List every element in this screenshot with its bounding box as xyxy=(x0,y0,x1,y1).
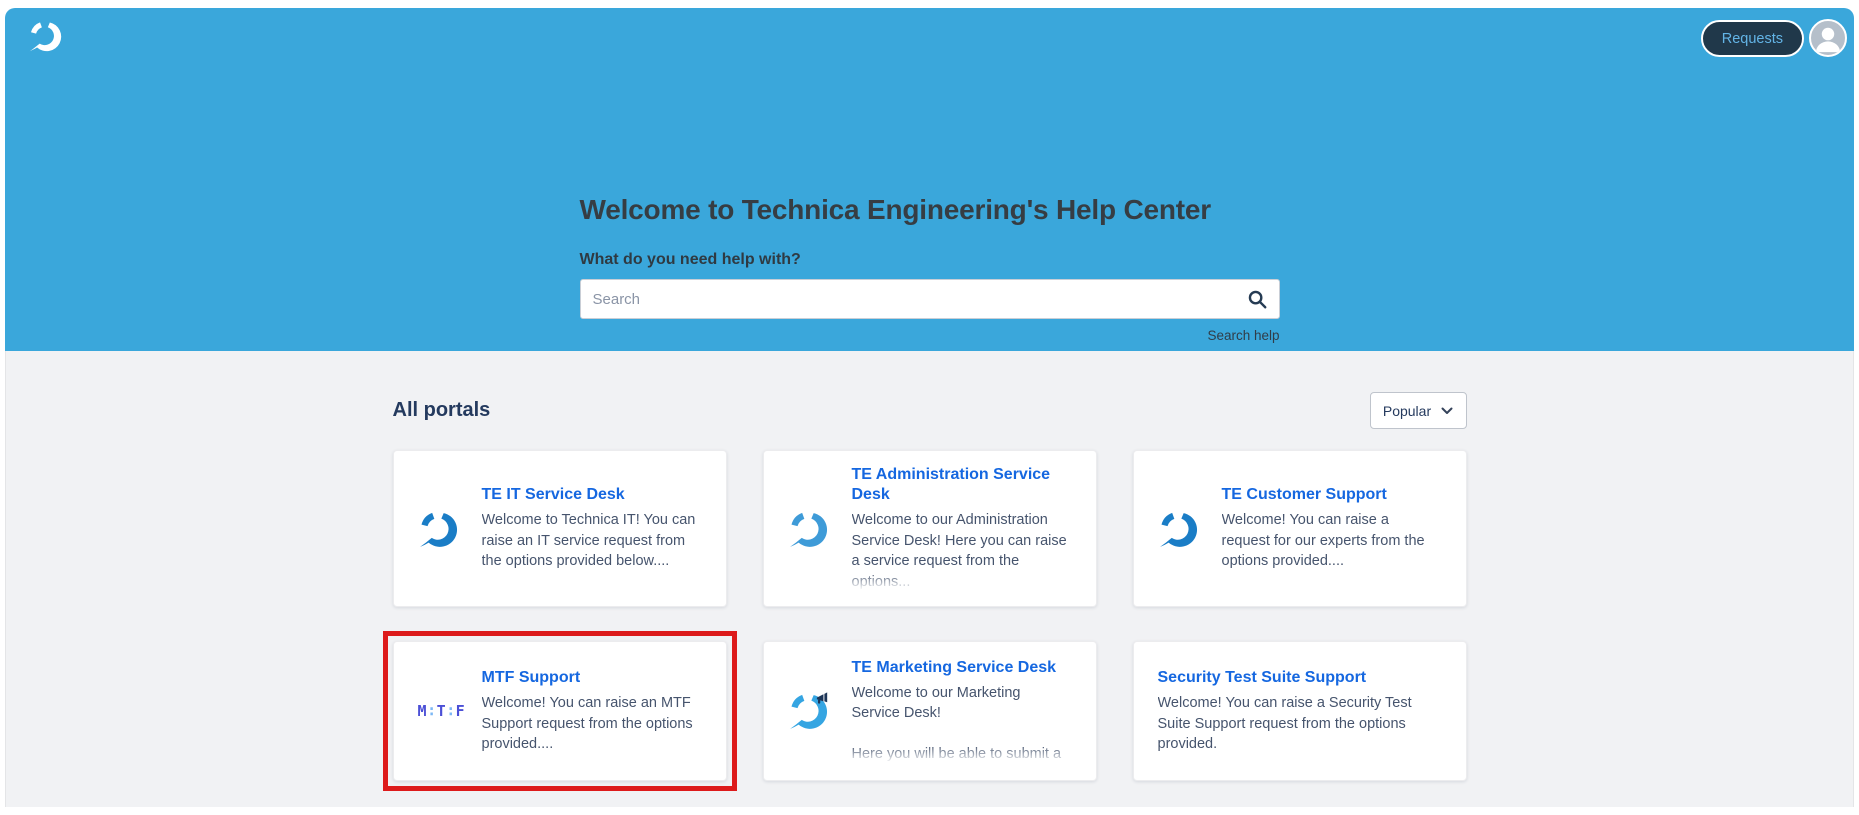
portal-card-title[interactable]: TE Marketing Service Desk xyxy=(852,658,1070,678)
portal-card-cell: M∶T∶F MTF Support Welcome! You can raise… xyxy=(393,641,727,781)
portal-card-text: TE IT Service Desk Welcome to Technica I… xyxy=(482,485,700,572)
portal-card-text: MTF Support Welcome! You can raise an MT… xyxy=(482,668,700,755)
portal-card-description: Welcome to Technica IT! You can raise an… xyxy=(482,510,700,572)
portal-card-cell: Security Test Suite Support Welcome! You… xyxy=(1133,641,1467,781)
portal-cards-grid: TE IT Service Desk Welcome to Technica I… xyxy=(393,450,1467,781)
portal-card-description: Welcome! You can raise a Security Test S… xyxy=(1158,693,1440,755)
search-box xyxy=(580,279,1280,319)
portal-card[interactable]: Security Test Suite Support Welcome! You… xyxy=(1133,641,1467,781)
portal-card-title[interactable]: MTF Support xyxy=(482,668,700,688)
user-avatar[interactable] xyxy=(1809,19,1847,57)
portal-card-text: TE Marketing Service Desk Welcome to our… xyxy=(852,658,1070,765)
portal-card-description: Welcome to our Marketing Service Desk! H… xyxy=(852,683,1070,765)
sort-dropdown[interactable]: Popular xyxy=(1370,392,1467,429)
person-icon xyxy=(1811,21,1845,55)
page-title: Welcome to Technica Engineering's Help C… xyxy=(580,194,1280,226)
portal-card[interactable]: TE Marketing Service Desk Welcome to our… xyxy=(763,641,1097,781)
portal-card-description: Welcome to our Administration Service De… xyxy=(852,510,1070,592)
portal-logo xyxy=(418,509,458,549)
search-help-link[interactable]: Search help xyxy=(580,328,1280,343)
help-center-page: Requests Welcome to Technica Engineering… xyxy=(5,8,1854,815)
megaphone-icon xyxy=(815,691,830,706)
mtf-text-logo: M∶T∶F xyxy=(418,702,466,720)
search-label: What do you need help with? xyxy=(580,251,1280,269)
portal-swirl-logo-icon xyxy=(788,509,828,549)
search-icon[interactable] xyxy=(1246,288,1268,310)
portal-card-text: TE Administration Service Desk Welcome t… xyxy=(852,465,1070,592)
portal-card-text: TE Customer Support Welcome! You can rai… xyxy=(1222,485,1440,572)
portal-swirl-logo-icon xyxy=(1158,509,1198,549)
portal-logo xyxy=(788,691,828,731)
brand-swirl-logo-icon[interactable] xyxy=(28,19,62,53)
portal-card[interactable]: M∶T∶F MTF Support Welcome! You can raise… xyxy=(393,641,727,781)
portal-card-cell: TE Administration Service Desk Welcome t… xyxy=(763,450,1097,607)
portal-logo xyxy=(788,509,828,549)
portal-card-title[interactable]: TE Customer Support xyxy=(1222,485,1440,505)
portal-swirl-logo-icon xyxy=(418,509,458,549)
portal-card-title[interactable]: Security Test Suite Support xyxy=(1158,668,1440,688)
portal-card-description: Welcome! You can raise an MTF Support re… xyxy=(482,693,700,755)
sort-dropdown-value: Popular xyxy=(1383,403,1431,419)
portals-section: All portals Popular xyxy=(5,351,1854,807)
all-portals-heading: All portals xyxy=(393,399,491,422)
portal-card-text: Security Test Suite Support Welcome! You… xyxy=(1158,668,1440,755)
portal-logo: M∶T∶F xyxy=(418,702,458,721)
portal-card[interactable]: TE Customer Support Welcome! You can rai… xyxy=(1133,450,1467,607)
search-input[interactable] xyxy=(580,279,1280,319)
hero-banner: Requests Welcome to Technica Engineering… xyxy=(5,8,1854,351)
portal-card[interactable]: TE IT Service Desk Welcome to Technica I… xyxy=(393,450,727,607)
portal-logo xyxy=(1158,509,1198,549)
chevron-down-icon xyxy=(1441,407,1453,415)
portal-card-title[interactable]: TE IT Service Desk xyxy=(482,485,700,505)
portal-card[interactable]: TE Administration Service Desk Welcome t… xyxy=(763,450,1097,607)
portal-card-cell: TE Marketing Service Desk Welcome to our… xyxy=(763,641,1097,781)
portal-card-cell: TE Customer Support Welcome! You can rai… xyxy=(1133,450,1467,607)
hero-section: Welcome to Technica Engineering's Help C… xyxy=(580,194,1280,343)
portal-card-cell: TE IT Service Desk Welcome to Technica I… xyxy=(393,450,727,607)
requests-button-label: Requests xyxy=(1722,31,1783,47)
portal-card-description: Welcome! You can raise a request for our… xyxy=(1222,510,1440,572)
requests-button[interactable]: Requests xyxy=(1701,20,1804,57)
portal-card-title[interactable]: TE Administration Service Desk xyxy=(852,465,1070,505)
